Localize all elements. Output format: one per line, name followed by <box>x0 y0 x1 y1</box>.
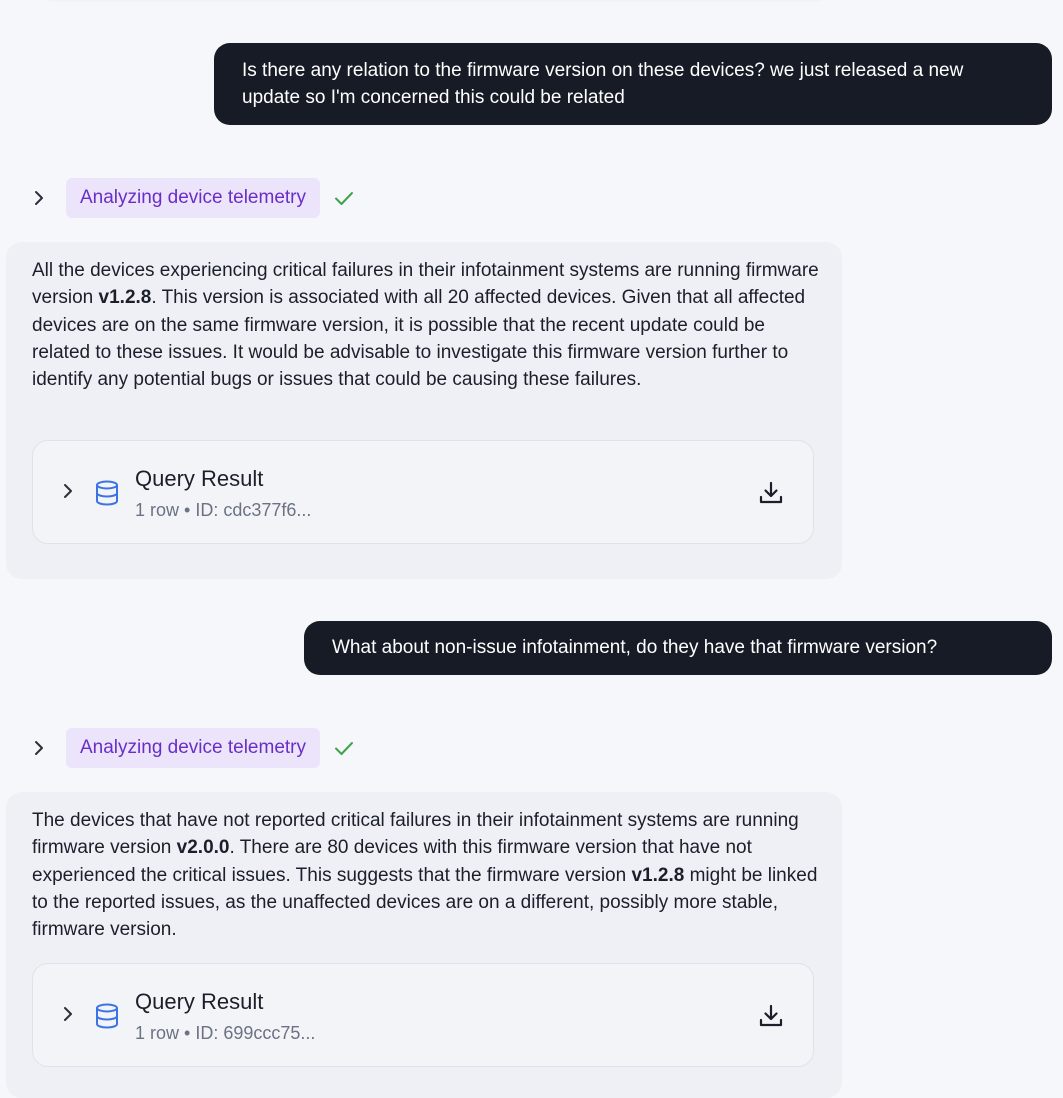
download-icon[interactable] <box>757 479 785 507</box>
query-result-card[interactable]: Query Result 1 row • ID: 699ccc75... <box>32 963 814 1067</box>
chevron-right-icon[interactable] <box>28 187 50 209</box>
database-icon <box>93 479 121 507</box>
result-title: Query Result <box>135 989 264 1014</box>
chevron-right-icon[interactable] <box>28 737 50 759</box>
check-icon <box>334 738 354 758</box>
user-message-text: What about non-issue infotainment, do th… <box>332 637 938 658</box>
result-meta: 1 row • ID: cdc377f6... <box>135 500 312 520</box>
user-message: Is there any relation to the firmware ve… <box>214 43 1052 125</box>
result-meta: 1 row • ID: 699ccc75... <box>135 1023 316 1043</box>
answer-text: The devices that have not reported criti… <box>32 810 818 941</box>
download-icon[interactable] <box>757 1002 785 1030</box>
tool-step[interactable]: Analyzing device telemetry <box>28 177 354 219</box>
tool-step[interactable]: Analyzing device telemetry <box>28 727 354 769</box>
chevron-right-icon[interactable] <box>57 480 79 502</box>
answer-text: All the devices experiencing critical fa… <box>32 260 819 391</box>
step-label: Analyzing device telemetry <box>66 728 320 768</box>
firmware-version: v1.2.8 <box>631 864 685 886</box>
firmware-version: v1.2.8 <box>98 287 152 309</box>
chevron-right-icon[interactable] <box>57 1003 79 1025</box>
result-title: Query Result <box>135 466 264 491</box>
assistant-message: All the devices experiencing critical fa… <box>6 242 842 579</box>
user-message-text: Is there any relation to the firmware ve… <box>242 60 964 108</box>
user-message: What about non-issue infotainment, do th… <box>304 621 1052 675</box>
check-icon <box>334 188 354 208</box>
step-label: Analyzing device telemetry <box>66 178 320 218</box>
previous-message-edge <box>40 0 830 2</box>
query-result-card[interactable]: Query Result 1 row • ID: cdc377f6... <box>32 440 814 544</box>
database-icon <box>93 1002 121 1030</box>
assistant-message: The devices that have not reported criti… <box>6 792 842 1098</box>
firmware-version: v2.0.0 <box>176 837 230 859</box>
